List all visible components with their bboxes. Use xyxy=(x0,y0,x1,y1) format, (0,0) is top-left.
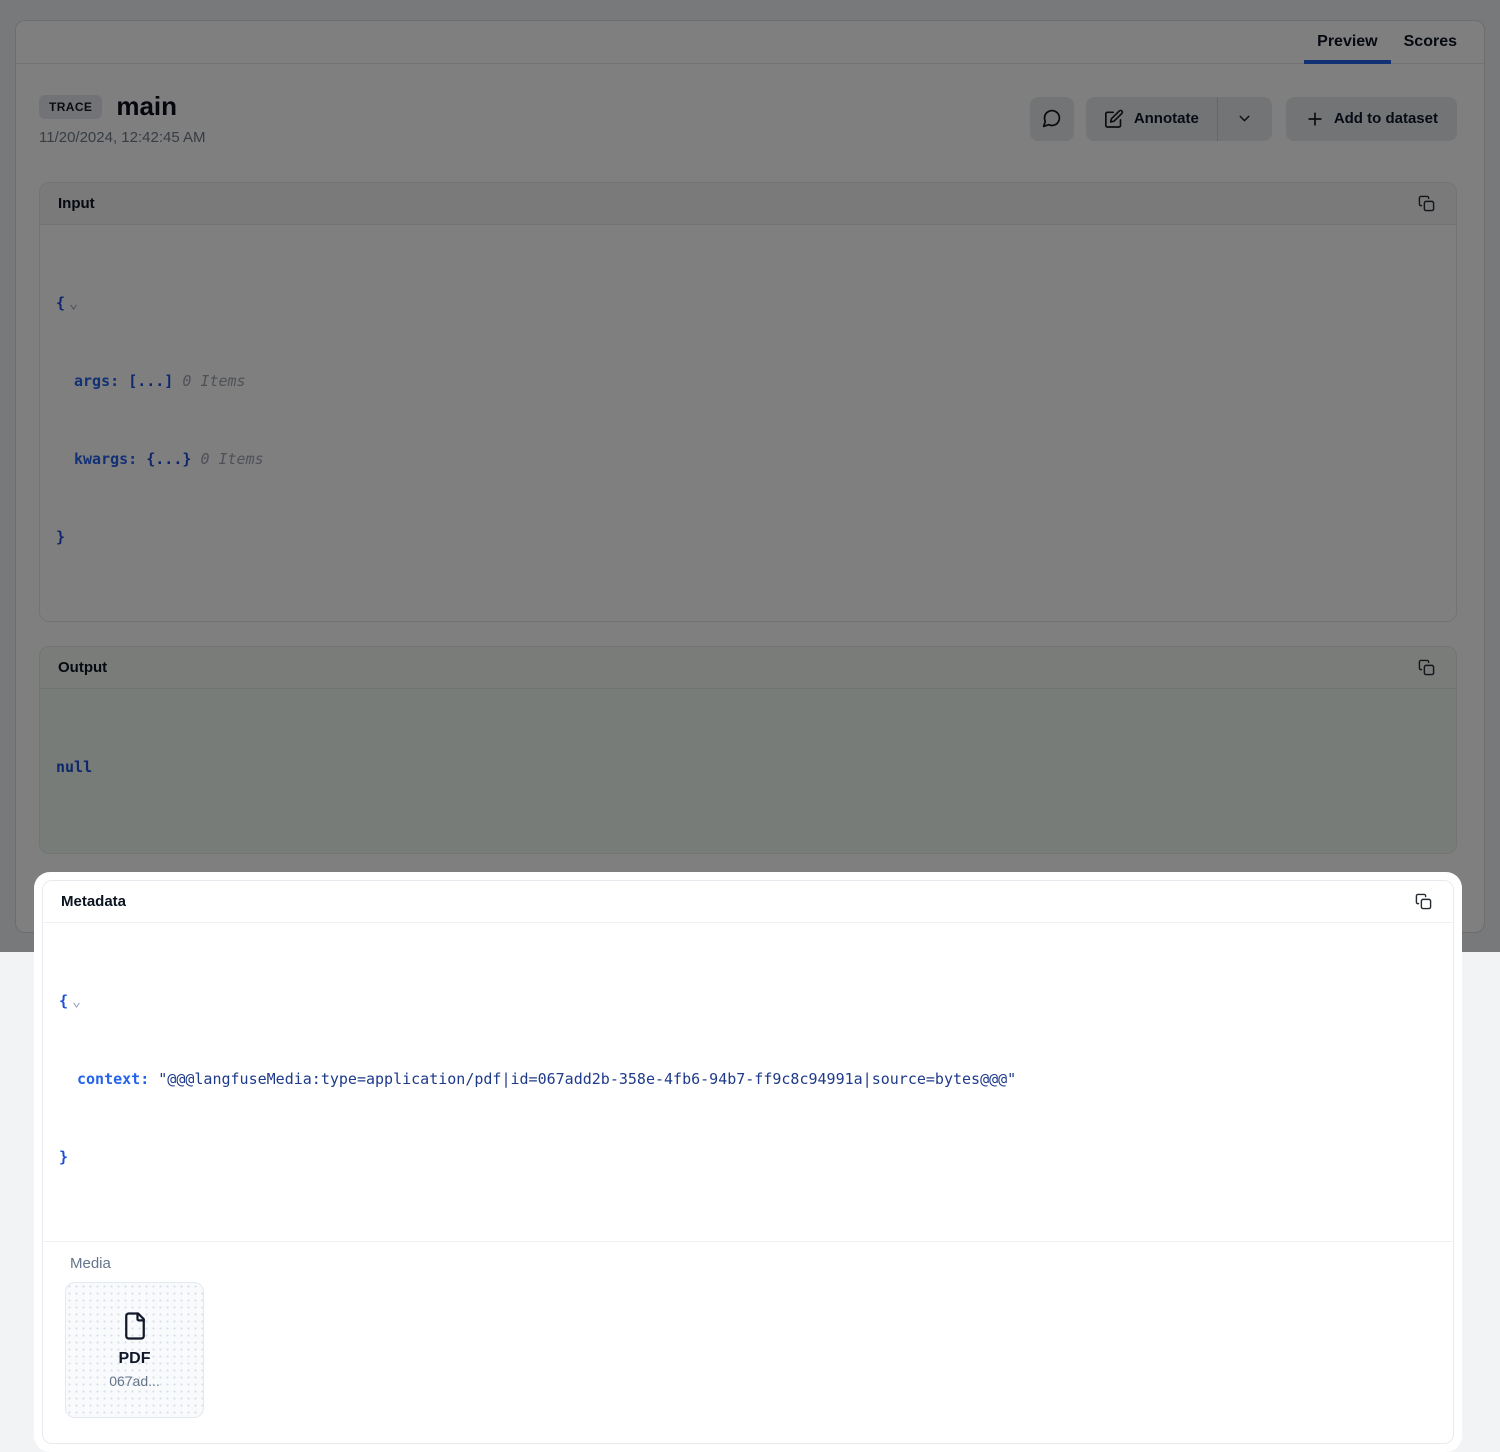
media-section-label: Media xyxy=(65,1255,1431,1272)
collapse-chevron-icon[interactable]: ⌄ xyxy=(69,294,78,312)
json-open-brace: { xyxy=(56,294,65,312)
media-file-id: 067ad... xyxy=(109,1373,160,1389)
json-item-count: 0 Items xyxy=(182,372,245,390)
trace-detail-panel: Preview Scores TRACE main 11/20/2024, 12… xyxy=(15,20,1485,933)
file-icon xyxy=(120,1311,150,1341)
annotate-split-button: Annotate xyxy=(1086,97,1272,141)
trace-toolbar: Annotate Add to dataset xyxy=(1030,97,1457,141)
json-value: [...] xyxy=(128,372,173,390)
preview-scores-tabbar: Preview Scores xyxy=(16,21,1484,64)
metadata-panel-title: Metadata xyxy=(61,893,126,910)
input-json-viewer: {⌄ args: [...] 0 Items kwargs: {...} 0 I… xyxy=(40,225,1456,621)
annotate-pencil-icon xyxy=(1104,109,1124,129)
output-panel-header: Output xyxy=(40,647,1456,689)
copy-input-button[interactable] xyxy=(1414,192,1438,216)
json-key: kwargs: xyxy=(74,450,137,468)
trace-identity: TRACE main 11/20/2024, 12:42:45 AM xyxy=(39,91,206,146)
trace-header: TRACE main 11/20/2024, 12:42:45 AM Annot… xyxy=(39,91,1457,146)
tab-preview-label: Preview xyxy=(1317,33,1377,51)
metadata-panel-header: Metadata xyxy=(43,881,1453,923)
tab-preview[interactable]: Preview xyxy=(1304,21,1390,63)
trace-timestamp: 11/20/2024, 12:42:45 AM xyxy=(39,129,206,146)
tab-scores-label: Scores xyxy=(1404,33,1457,51)
chevron-down-icon xyxy=(1236,110,1253,127)
copy-metadata-button[interactable] xyxy=(1411,890,1435,914)
tab-scores[interactable]: Scores xyxy=(1391,21,1470,63)
metadata-panel: Metadata {⌄ context: "@@@langfuseMedia:t… xyxy=(42,880,1454,1444)
copy-icon xyxy=(1415,893,1432,910)
copy-icon xyxy=(1418,195,1435,212)
input-panel-header: Input xyxy=(40,183,1456,225)
annotate-button[interactable]: Annotate xyxy=(1086,97,1217,141)
comment-button[interactable] xyxy=(1030,97,1074,141)
json-key: args: xyxy=(74,372,119,390)
metadata-json-viewer: {⌄ context: "@@@langfuseMedia:type=appli… xyxy=(43,923,1453,1241)
json-item-count: 0 Items xyxy=(200,450,263,468)
active-tab-underline xyxy=(1304,60,1390,64)
json-value: {...} xyxy=(146,450,191,468)
output-null-value: null xyxy=(56,758,92,776)
annotate-dropdown-button[interactable] xyxy=(1217,97,1272,141)
copy-output-button[interactable] xyxy=(1414,656,1438,680)
output-json-viewer: null xyxy=(40,689,1456,853)
output-panel: Output null xyxy=(39,646,1457,854)
json-key-context: context: xyxy=(77,1070,149,1088)
json-close-brace: } xyxy=(56,528,65,546)
metadata-spotlight-ring: Metadata {⌄ context: "@@@langfuseMedia:t… xyxy=(34,872,1462,1452)
media-section: Media PDF 067ad... xyxy=(43,1241,1453,1443)
input-panel: Input {⌄ args: [...] 0 Items kwargs: {..… xyxy=(39,182,1457,622)
add-to-dataset-label: Add to dataset xyxy=(1334,110,1438,127)
trace-type-badge: TRACE xyxy=(39,95,102,119)
collapse-chevron-icon[interactable]: ⌄ xyxy=(72,992,81,1010)
plus-icon xyxy=(1305,109,1325,129)
trace-title: main xyxy=(116,91,177,122)
json-open-brace: { xyxy=(59,992,68,1010)
json-close-brace: } xyxy=(59,1148,68,1166)
input-panel-title: Input xyxy=(58,195,95,212)
json-context-string: "@@@langfuseMedia:type=application/pdf|i… xyxy=(158,1070,1016,1088)
annotate-label: Annotate xyxy=(1134,110,1199,127)
copy-icon xyxy=(1418,659,1435,676)
media-pdf-card[interactable]: PDF 067ad... xyxy=(65,1282,204,1418)
media-file-type: PDF xyxy=(119,1350,151,1368)
add-to-dataset-button[interactable]: Add to dataset xyxy=(1286,97,1457,141)
output-panel-title: Output xyxy=(58,659,107,676)
comment-bubble-icon xyxy=(1041,108,1062,129)
